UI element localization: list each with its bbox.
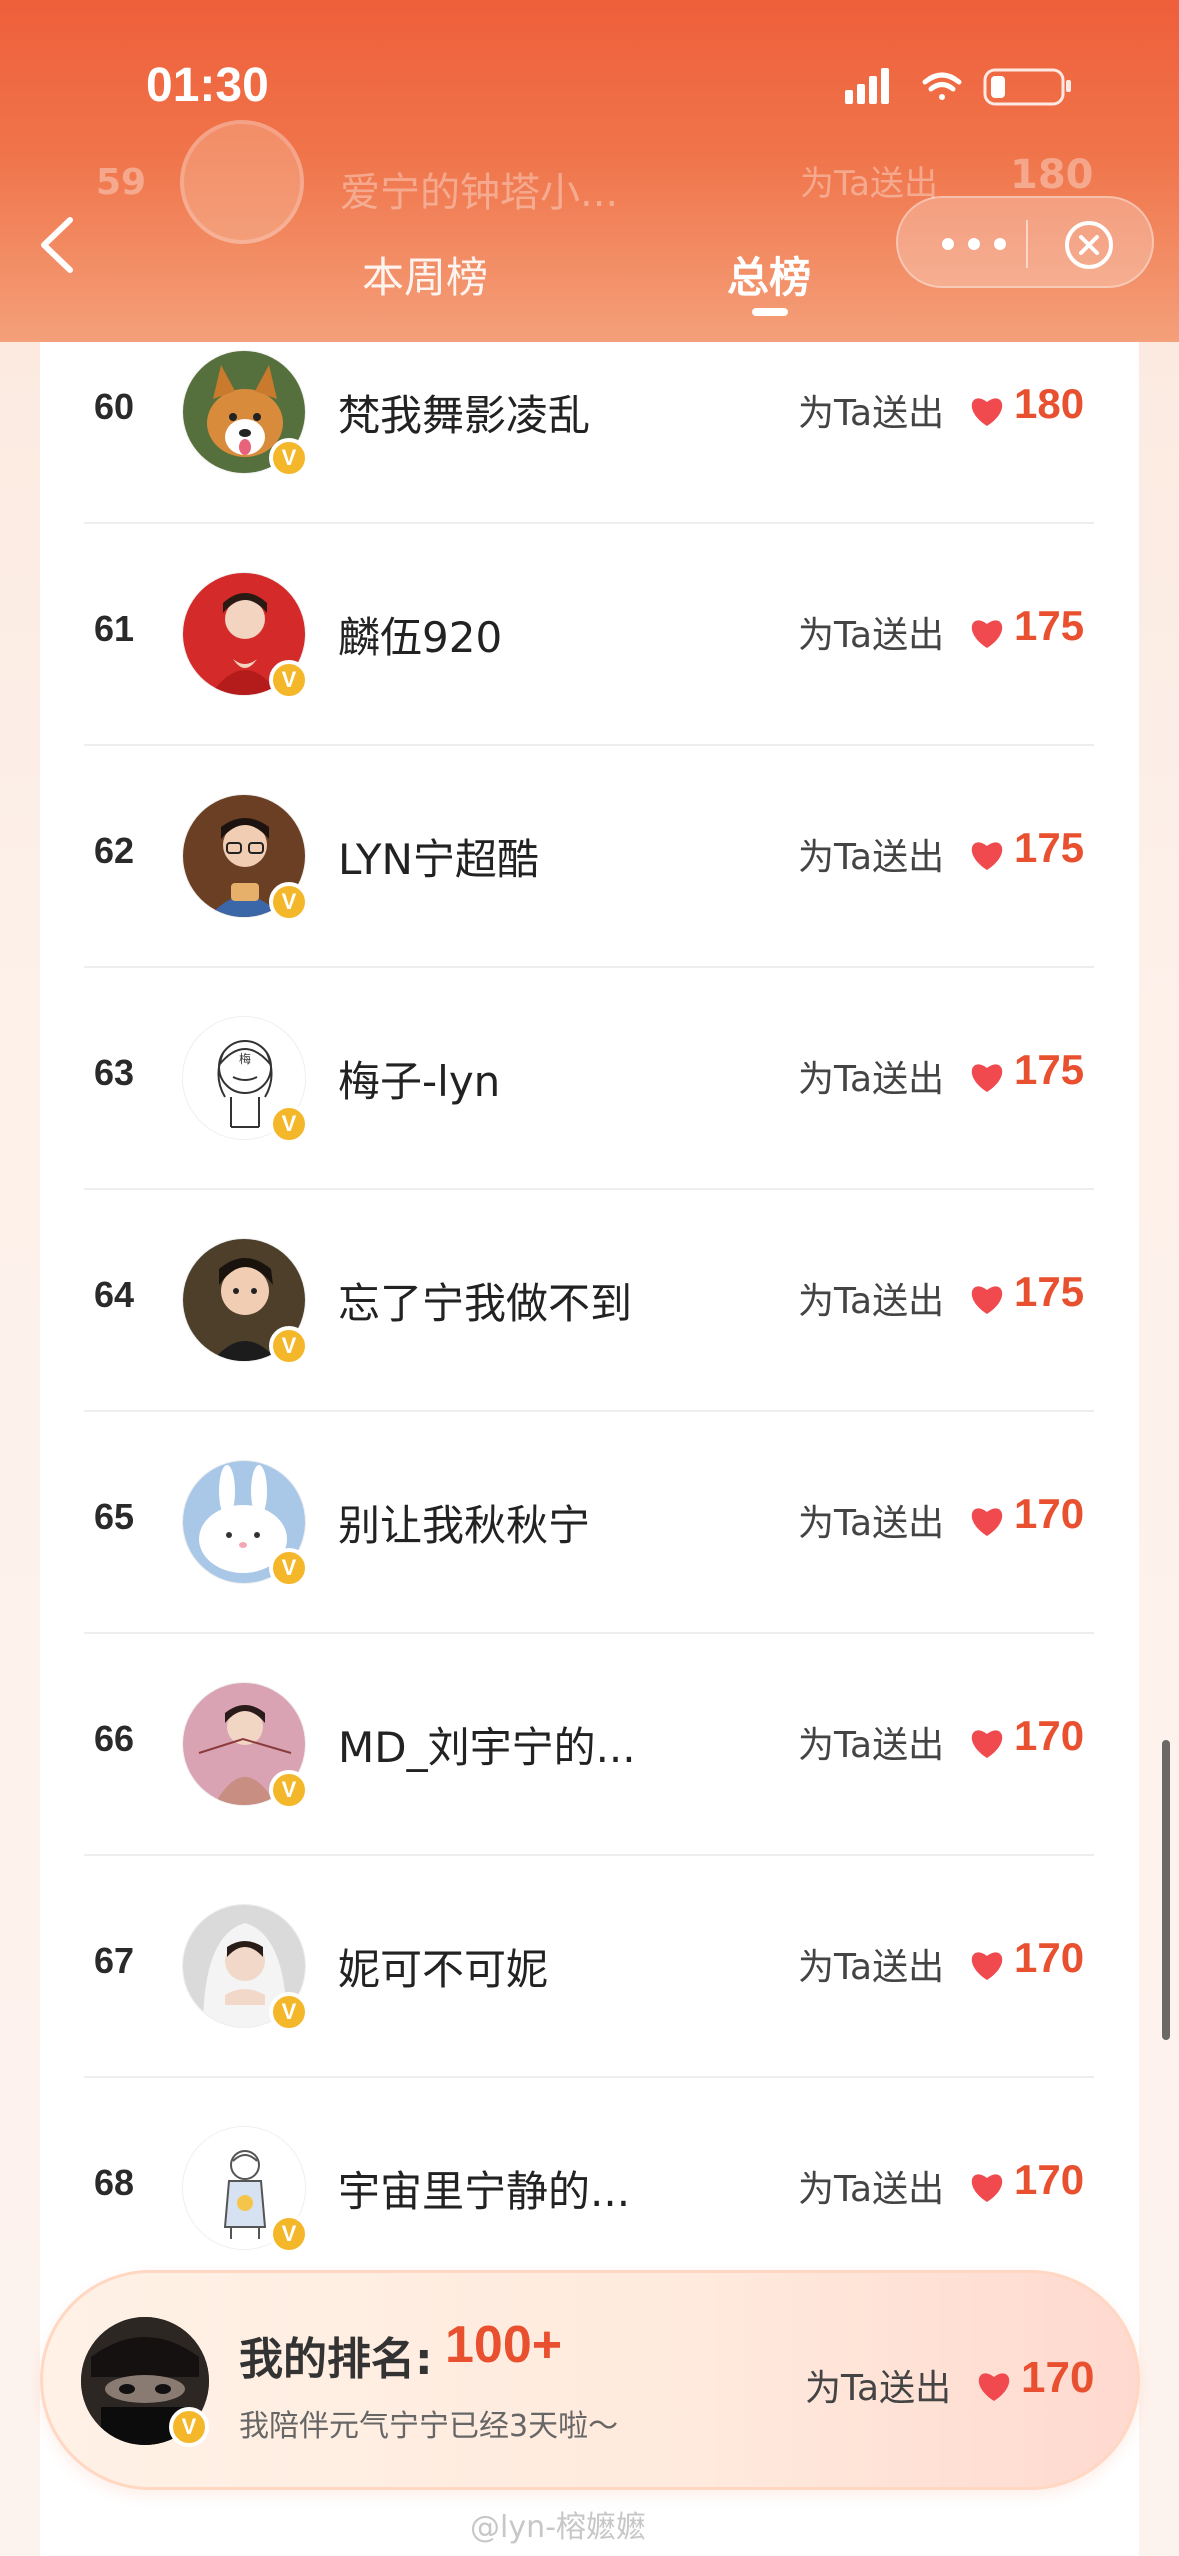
sent-label: 为Ta送出 <box>798 1947 945 1988</box>
heart-icon <box>971 842 1003 870</box>
verified-badge-icon: V <box>269 660 309 700</box>
leaderboard-row[interactable]: 65 V 别让我秋秋宁 为Ta送出 170 <box>84 1412 1094 1634</box>
leaderboard-row[interactable]: 67 V 妮可不可妮 为Ta送出 170 <box>84 1856 1094 2078</box>
row-rank: 68 <box>94 2162 135 2203</box>
my-rank-value: 100+ <box>445 2316 563 2374</box>
row-rank: 62 <box>94 830 135 871</box>
sent-label: 为Ta送出 <box>798 1503 945 1544</box>
sent-label: 为Ta送出 <box>798 1059 945 1100</box>
row-rank: 66 <box>94 1718 135 1759</box>
tab-weekly[interactable]: 本周榜 <box>362 244 488 305</box>
sent-label: 为Ta送出 <box>798 393 945 434</box>
capsule-divider <box>1026 220 1028 268</box>
row-score: 175 <box>1014 1268 1085 1315</box>
user-name[interactable]: 宇宙里宁静的... <box>338 2158 630 2219</box>
heart-icon <box>971 1508 1003 1536</box>
user-name[interactable]: MD_刘宇宁的... <box>338 1714 636 1775</box>
verified-badge-icon: V <box>169 2407 209 2447</box>
heart-icon <box>971 620 1003 648</box>
ghost-rank: 59 <box>96 162 147 203</box>
row-score: 170 <box>1014 1490 1085 1537</box>
verified-badge-icon: V <box>269 1992 309 2032</box>
user-name[interactable]: 麟伍920 <box>338 604 502 665</box>
row-rank: 64 <box>94 1274 135 1315</box>
heart-icon <box>971 2174 1003 2202</box>
scrollbar[interactable] <box>1162 1740 1170 2040</box>
watermark: @lyn-榕嬷嬷 <box>470 2510 646 2545</box>
leaderboard-row[interactable]: 61 V 麟伍920 为Ta送出 175 <box>84 524 1094 746</box>
row-score: 175 <box>1014 1046 1085 1093</box>
heart-icon <box>971 1730 1003 1758</box>
heart-icon <box>978 2373 1010 2401</box>
user-name[interactable]: 忘了宁我做不到 <box>338 1270 632 1331</box>
sent-label: 为Ta送出 <box>798 615 945 656</box>
ghost-score: 180 <box>1010 152 1094 198</box>
close-circle-icon[interactable] <box>1062 218 1116 272</box>
leaderboard-row[interactable]: 66 V MD_刘宇宁的... 为Ta送出 170 <box>84 1634 1094 1856</box>
battery-icon <box>983 68 1071 106</box>
user-name[interactable]: 梅子-lyn <box>338 1048 500 1109</box>
my-rank-subtitle: 我陪伴元气宁宁已经3天啦～ <box>239 2409 619 2444</box>
active-tab-indicator <box>752 308 788 316</box>
verified-badge-icon: V <box>269 1104 309 1144</box>
status-icons <box>845 68 1071 106</box>
verified-badge-icon: V <box>269 438 309 478</box>
row-score: 170 <box>1014 1712 1085 1759</box>
more-options-icon[interactable] <box>934 226 1014 262</box>
cellular-signal-icon <box>845 68 889 104</box>
verified-badge-icon: V <box>269 1326 309 1366</box>
sent-label: 为Ta送出 <box>798 837 945 878</box>
row-rank: 61 <box>94 608 135 649</box>
row-rank: 63 <box>94 1052 135 1093</box>
leaderboard-row[interactable]: 63 梅 V 梅子-lyn 为Ta送出 175 <box>84 968 1094 1190</box>
user-name[interactable]: 妮可不可妮 <box>338 1936 548 1997</box>
back-arrow-icon[interactable] <box>30 210 90 280</box>
mini-program-capsule <box>896 196 1154 288</box>
verified-badge-icon: V <box>269 1548 309 1588</box>
ghost-avatar <box>180 120 304 244</box>
sent-label: 为Ta送出 <box>798 1281 945 1322</box>
row-score: 175 <box>1014 824 1085 871</box>
heart-icon <box>971 1286 1003 1314</box>
my-score: 170 <box>1021 2353 1095 2402</box>
row-score: 170 <box>1014 1934 1085 1981</box>
heart-icon <box>971 398 1003 426</box>
sent-label: 为Ta送出 <box>798 1725 945 1766</box>
user-name[interactable]: LYN宁超酷 <box>338 826 539 887</box>
svg-text:梅: 梅 <box>239 1051 251 1066</box>
row-rank: 65 <box>94 1496 135 1537</box>
row-rank: 67 <box>94 1940 135 1981</box>
user-name[interactable]: 梵我舞影凌乱 <box>338 382 590 443</box>
row-score: 180 <box>1014 380 1085 427</box>
heart-icon <box>971 1952 1003 1980</box>
user-name[interactable]: 别让我秋秋宁 <box>338 1492 590 1553</box>
tab-overall[interactable]: 总榜 <box>727 244 811 305</box>
my-rank-card[interactable]: V 我的排名: 100+ 我陪伴元气宁宁已经3天啦～ 为Ta送出 170 <box>40 2270 1140 2490</box>
status-time: 01:30 <box>146 59 269 112</box>
my-sent-label: 为Ta送出 <box>805 2368 952 2409</box>
row-score: 170 <box>1014 2156 1085 2203</box>
sent-label: 为Ta送出 <box>798 2169 945 2210</box>
ghost-sent-label: 为Ta送出 <box>800 164 938 204</box>
leaderboard-row[interactable]: 68 V 宇宙里宁静的... 为Ta送出 170 <box>84 2078 1094 2300</box>
leaderboard-row[interactable]: 64 V 忘了宁我做不到 为Ta送出 175 <box>84 1190 1094 1412</box>
verified-badge-icon: V <box>269 2214 309 2254</box>
row-score: 175 <box>1014 602 1085 649</box>
verified-badge-icon: V <box>269 1770 309 1810</box>
header-bar: 59 爱宁的钟塔小... 为Ta送出 180 01:30 本周榜 总榜 <box>0 0 1179 342</box>
ghost-name: 爱宁的钟塔小... <box>340 170 619 216</box>
heart-icon <box>971 1064 1003 1092</box>
verified-badge-icon: V <box>269 882 309 922</box>
my-rank-label: 我的排名: <box>239 2334 433 2385</box>
wifi-icon <box>922 72 962 100</box>
leaderboard-row[interactable]: 62 V LYN宁超酷 为Ta送出 175 <box>84 746 1094 968</box>
row-rank: 60 <box>94 386 135 427</box>
